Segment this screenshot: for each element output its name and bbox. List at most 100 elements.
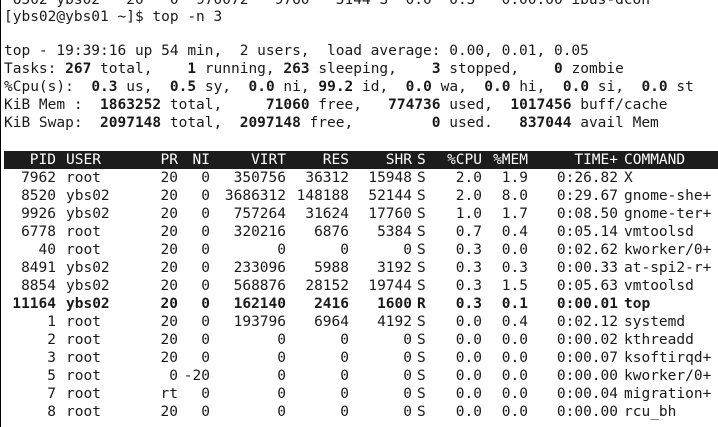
cell-state: S bbox=[417, 242, 426, 258]
summary-label: Tasks: bbox=[4, 61, 66, 77]
cell-command: systemd bbox=[624, 314, 686, 330]
cell-ni: 0 bbox=[201, 332, 210, 348]
cell-command: at-spi2-r+ bbox=[624, 260, 712, 276]
table-row: 9926 ybs02 20 0 757264 31624 17760 S 1.0 1.7 0:08.… bbox=[4, 205, 718, 223]
cell-pr: 20 bbox=[160, 206, 178, 222]
summary-label: free, bbox=[300, 115, 432, 131]
summary-label: st bbox=[667, 79, 694, 95]
cell-cpu: 0.3 bbox=[455, 242, 482, 258]
summary-value: 837044 bbox=[519, 115, 572, 131]
cell-pr: 20 bbox=[160, 314, 178, 330]
cell-pid: 7962 bbox=[21, 170, 56, 186]
cell-shr: 19744 bbox=[368, 278, 412, 294]
table-row: 40 root 20 0 0 0 0 S 0.3 0.0 0:02.62 kworker/0+ bbox=[4, 241, 718, 259]
cell-res: 31624 bbox=[305, 206, 349, 222]
cell-ni: 0 bbox=[201, 242, 210, 258]
cell-pr: 20 bbox=[160, 188, 178, 204]
cell-user: root bbox=[66, 404, 101, 420]
cell-cpu: 0.0 bbox=[455, 332, 482, 348]
cell-virt: 233096 bbox=[233, 260, 286, 276]
table-row: 7 root rt 0 0 0 0 S 0.0 0.0 0:00.04 migration+ bbox=[4, 385, 718, 403]
cell-command: kworker/0+ bbox=[624, 368, 712, 384]
cell-user: root bbox=[66, 314, 101, 330]
cell-ni: 0 bbox=[201, 296, 210, 312]
cell-time: 0:00.00 bbox=[556, 368, 618, 384]
table-row: 8491 ybs02 20 0 233096 5988 3192 S 0.3 0.3 0:00.33… bbox=[4, 259, 718, 277]
cell-pid: 11164 bbox=[12, 296, 56, 312]
col-command-header: COMMAND bbox=[624, 152, 686, 168]
uptime-line: top - 19:39:16 up 54 min, 2 users, load … bbox=[4, 43, 589, 59]
cell-virt: 0 bbox=[277, 332, 286, 348]
cell-ni: 0 bbox=[201, 278, 210, 294]
cell-cpu: 0.0 bbox=[455, 386, 482, 402]
cell-command: top bbox=[624, 296, 651, 312]
cell-user: root bbox=[66, 170, 101, 186]
cell-res: 6876 bbox=[314, 224, 349, 240]
cell-command: X bbox=[624, 170, 633, 186]
col-time-header: TIME+ bbox=[574, 152, 618, 168]
cell-pr: 20 bbox=[160, 350, 178, 366]
cell-command: gnome-ter+ bbox=[624, 206, 712, 222]
col-virt-header: VIRT bbox=[251, 152, 286, 168]
cell-mem: 1.9 bbox=[501, 170, 528, 186]
cell-ni: 0 bbox=[201, 350, 210, 366]
cell-state: S bbox=[417, 278, 426, 294]
cell-res: 0 bbox=[340, 404, 349, 420]
cell-cpu: 0.0 bbox=[455, 404, 482, 420]
cell-time: 0:00.00 bbox=[556, 404, 618, 420]
summary-value: 3 bbox=[431, 61, 441, 77]
summary-value: 1863252 bbox=[100, 97, 162, 113]
cell-command: kworker/0+ bbox=[624, 242, 712, 258]
cell-ni: 0 bbox=[201, 260, 210, 276]
cell-user: root bbox=[66, 350, 101, 366]
cell-res: 148188 bbox=[296, 188, 349, 204]
cell-state: S bbox=[417, 260, 426, 276]
cell-state: S bbox=[417, 188, 426, 204]
col-user-header: USER bbox=[66, 152, 101, 168]
summary-label: used, bbox=[440, 97, 511, 113]
summary-value: 0.3 bbox=[91, 79, 118, 95]
summary-value: 99.2 bbox=[318, 79, 354, 95]
cell-command: rcu_bh bbox=[624, 404, 677, 420]
summary-label: used. bbox=[440, 115, 520, 131]
cell-time: 0:05.14 bbox=[556, 224, 618, 240]
cell-ni: 0 bbox=[201, 314, 210, 330]
cell-time: 0:26.82 bbox=[556, 170, 618, 186]
table-row: 3 root 20 0 0 0 0 S 0.0 0.0 0:00.07 ksoftirqd+ bbox=[4, 349, 718, 367]
cell-ni: 0 bbox=[201, 404, 210, 420]
cell-cpu: 0.3 bbox=[455, 278, 482, 294]
summary-label: total, bbox=[91, 61, 188, 77]
summary-value: 2097148 bbox=[239, 115, 301, 131]
cell-mem: 0.0 bbox=[501, 242, 528, 258]
cell-mem: 1.5 bbox=[501, 278, 528, 294]
col-ni-header: NI bbox=[192, 152, 210, 168]
summary-label: total, bbox=[161, 115, 240, 131]
swap-line: KiB Swap: 2097148 total, 2097148 free, 0… bbox=[4, 114, 659, 132]
summary-value: 1 bbox=[187, 61, 197, 77]
cell-mem: 0.0 bbox=[501, 386, 528, 402]
cell-cpu: 0.0 bbox=[455, 350, 482, 366]
terminal-window[interactable]: 6502 ybs02 20 0 970072 9760 5144 S 0.0 0… bbox=[0, 0, 718, 427]
cell-shr: 17760 bbox=[368, 206, 412, 222]
cell-state: R bbox=[417, 296, 426, 312]
table-row: 2 root 20 0 0 0 0 S 0.0 0.0 0:00.02 kthreadd bbox=[4, 331, 718, 349]
summary-value: 0.0 bbox=[405, 79, 432, 95]
cell-shr: 4192 bbox=[377, 314, 412, 330]
summary-label: avail Mem bbox=[571, 115, 659, 131]
cell-virt: 193796 bbox=[233, 314, 286, 330]
cell-user: ybs02 bbox=[66, 278, 110, 294]
cell-pr: 20 bbox=[160, 170, 178, 186]
cell-mem: 0.0 bbox=[501, 332, 528, 348]
cell-user: ybs02 bbox=[66, 296, 110, 312]
summary-value: 0.0 bbox=[641, 79, 668, 95]
cell-time: 0:00.33 bbox=[556, 260, 618, 276]
cell-mem: 0.0 bbox=[501, 404, 528, 420]
cell-state: S bbox=[417, 404, 426, 420]
summary-label: sleeping, bbox=[309, 61, 432, 77]
table-row: 7962 root 20 0 350756 36312 15948 S 2.0 1.9 0:26.8… bbox=[4, 169, 718, 187]
summary-label: sy, bbox=[196, 79, 249, 95]
cell-shr: 0 bbox=[403, 332, 412, 348]
cell-state: S bbox=[417, 368, 426, 384]
cell-pr: rt bbox=[160, 386, 178, 402]
cell-user: root bbox=[66, 368, 101, 384]
